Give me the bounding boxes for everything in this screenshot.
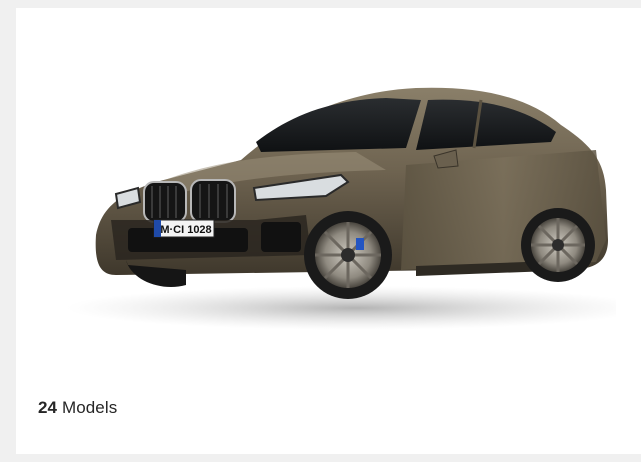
car-windshield: [256, 98, 421, 152]
license-plate-text: M·CI 1028: [160, 224, 211, 236]
car-grille-right: [190, 179, 236, 223]
car-rear-wheel: [521, 208, 595, 282]
car-front-wheel: [304, 211, 392, 299]
models-count-label: Models: [61, 398, 118, 417]
model-card[interactable]: M·CI 1028 24 Models: [16, 8, 641, 454]
models-count-number: 24: [38, 398, 58, 417]
page: M·CI 1028 24 Models: [0, 0, 641, 462]
car-grille-left: [143, 181, 187, 223]
car-side-window: [416, 99, 556, 150]
models-count: 24 Models: [38, 398, 117, 418]
car-image: M·CI 1028: [66, 87, 616, 330]
